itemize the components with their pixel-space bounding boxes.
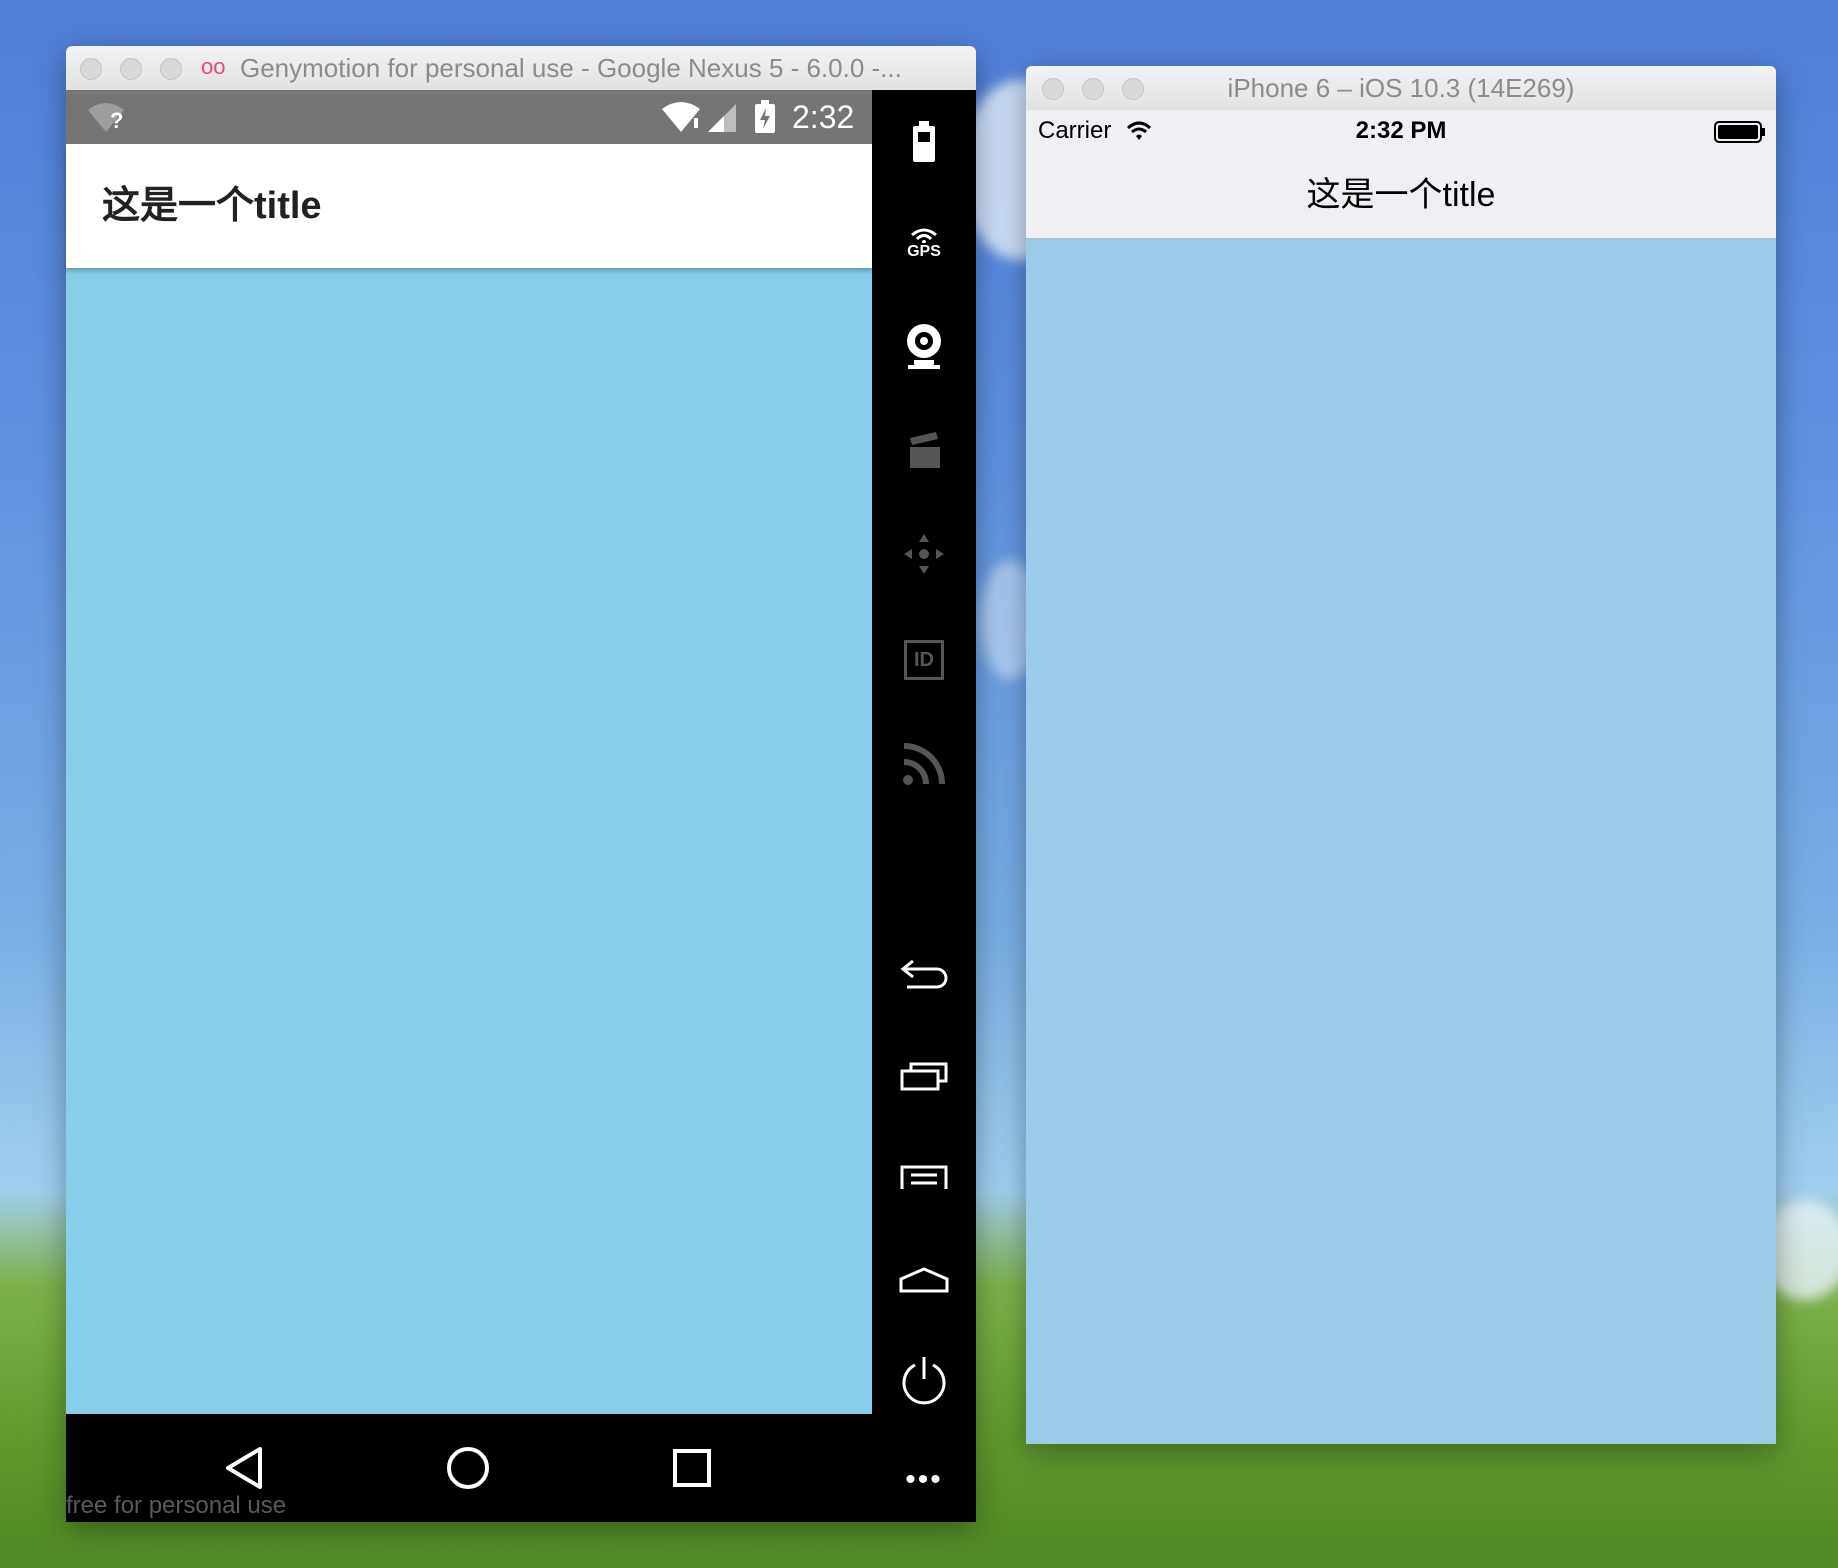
gps-icon[interactable]: GPS bbox=[898, 218, 950, 270]
app-toolbar: 这是一个title bbox=[66, 144, 872, 268]
gps-label: GPS bbox=[907, 243, 941, 260]
toolbar-title: 这是一个title bbox=[102, 185, 322, 227]
network-icon[interactable] bbox=[898, 738, 950, 790]
genymotion-side-panel: GPS ID ••• bbox=[872, 90, 976, 1522]
device-id-icon[interactable]: ID bbox=[898, 634, 950, 686]
watermark-text: free for personal use bbox=[66, 1492, 287, 1519]
app-content-area[interactable] bbox=[66, 268, 872, 1414]
android-navigation-bar: free for personal use bbox=[66, 1414, 872, 1522]
device-id-label: ID bbox=[914, 648, 934, 671]
nav-back-button[interactable] bbox=[214, 1438, 274, 1498]
back-icon[interactable] bbox=[898, 948, 950, 1000]
dpad-icon[interactable] bbox=[898, 528, 950, 580]
recents-square-icon bbox=[673, 1449, 711, 1487]
nav-recents-button[interactable] bbox=[662, 1438, 722, 1498]
nav-title: 这是一个title bbox=[1306, 176, 1496, 214]
menu-icon[interactable] bbox=[898, 1152, 950, 1204]
battery-icon bbox=[1714, 121, 1766, 150]
recent-apps-icon[interactable] bbox=[898, 1050, 950, 1102]
genymotion-logo-icon: oo bbox=[201, 54, 226, 79]
wifi-icon bbox=[660, 100, 702, 139]
android-status-bar: ? 2:32 bbox=[66, 90, 872, 144]
camera-icon[interactable] bbox=[898, 320, 950, 372]
window-title: Genymotion for personal use - Google Nex… bbox=[240, 53, 902, 83]
cellular-signal-icon bbox=[706, 102, 738, 139]
simulator-titlebar[interactable]: iPhone 6 – iOS 10.3 (14E269) bbox=[1026, 66, 1776, 111]
status-time: 2:32 PM bbox=[1355, 117, 1447, 144]
battery-charging-icon bbox=[754, 100, 776, 139]
ios-simulator-window: iPhone 6 – iOS 10.3 (14E269) Carrier 2:3… bbox=[1026, 66, 1776, 1444]
window-title: iPhone 6 – iOS 10.3 (14E269) bbox=[1227, 73, 1575, 103]
zoom-button[interactable] bbox=[160, 58, 182, 80]
ios-navigation-bar: 这是一个title bbox=[1026, 152, 1776, 239]
genymotion-titlebar[interactable]: oo Genymotion for personal use - Google … bbox=[66, 46, 976, 91]
status-time: 2:32 bbox=[792, 99, 855, 135]
ios-status-bar: Carrier 2:32 PM bbox=[1026, 110, 1776, 152]
wifi-unknown-mark: ? bbox=[110, 108, 124, 133]
more-options-button[interactable]: ••• bbox=[898, 1454, 950, 1506]
back-triangle-icon bbox=[226, 1447, 262, 1489]
genymotion-window: oo Genymotion for personal use - Google … bbox=[66, 46, 976, 1522]
home-icon[interactable] bbox=[898, 1254, 950, 1306]
minimize-button[interactable] bbox=[120, 58, 142, 80]
close-button[interactable] bbox=[80, 58, 102, 80]
nav-home-button[interactable] bbox=[438, 1438, 498, 1498]
power-icon[interactable] bbox=[898, 1354, 950, 1406]
more-options-label: ••• bbox=[905, 1463, 943, 1496]
app-content-area[interactable] bbox=[1026, 239, 1776, 1444]
home-circle-icon bbox=[447, 1447, 489, 1489]
battery-icon[interactable] bbox=[898, 116, 950, 168]
video-capture-icon[interactable] bbox=[898, 424, 950, 476]
